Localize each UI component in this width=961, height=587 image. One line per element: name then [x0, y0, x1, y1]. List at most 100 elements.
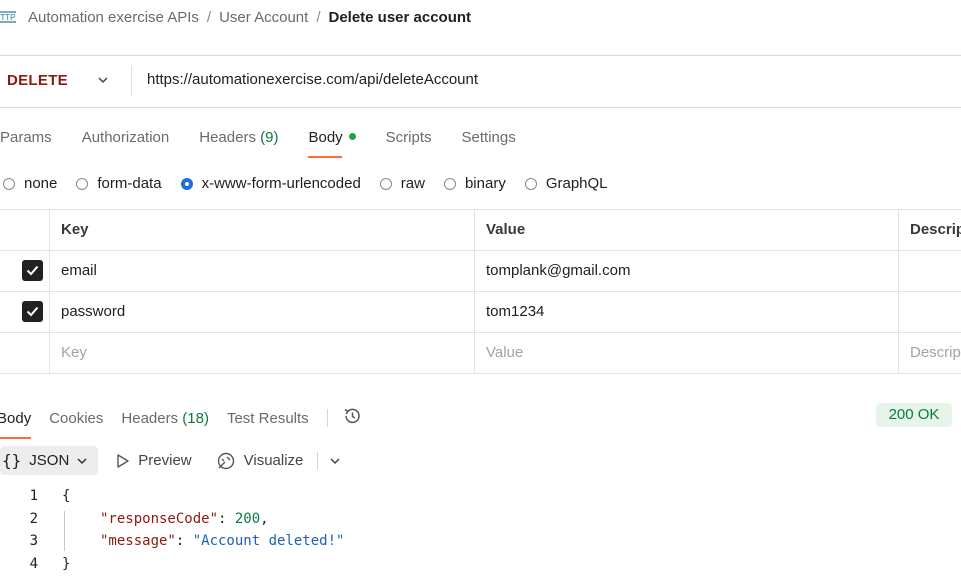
radio-circle-selected[interactable] [180, 177, 193, 190]
response-headers-count: (18) [182, 409, 209, 427]
chevron-down-icon[interactable] [328, 454, 342, 468]
tab-headers-label: Headers [199, 129, 256, 146]
radio-label: none [24, 175, 58, 192]
response-tab-headers[interactable]: Headers (18) [121, 410, 209, 439]
radio-circle[interactable] [76, 177, 89, 190]
row-description[interactable] [910, 251, 961, 291]
breadcrumb-collection[interactable]: Automation exercise APIs [28, 9, 199, 26]
row-key[interactable]: password [61, 292, 125, 332]
column-header-value: Value [486, 221, 526, 238]
new-key-input[interactable]: Key [61, 333, 87, 373]
visualize-button[interactable]: Visualize [216, 451, 303, 471]
response-tabs: Body Cookies Headers (18) Test Results [0, 406, 380, 442]
column-divider [474, 292, 475, 332]
request-title[interactable]: Delete user account [328, 9, 471, 26]
radio-circle[interactable] [379, 177, 392, 190]
row-key[interactable]: email [61, 251, 97, 291]
radio-circle[interactable] [443, 177, 456, 190]
column-divider [474, 333, 475, 373]
tab-params[interactable]: Params [0, 129, 52, 158]
new-value-input[interactable]: Value [486, 333, 523, 373]
radio-binary[interactable]: binary [443, 175, 506, 192]
tab-body[interactable]: Body [308, 129, 356, 158]
chevron-down-icon[interactable] [96, 73, 110, 87]
tab-headers[interactable]: Headers (9) [199, 129, 278, 158]
radio-label: form-data [97, 175, 162, 192]
new-description-input[interactable]: Descrip [910, 333, 961, 373]
preview-label: Preview [138, 452, 192, 469]
row-enabled-checkbox[interactable] [22, 260, 43, 281]
status-badge: 200 OK [876, 403, 952, 427]
row-value[interactable]: tom1234 [486, 292, 544, 332]
divider [326, 409, 328, 427]
response-tab-test-results[interactable]: Test Results [227, 410, 309, 439]
format-label: JSON [29, 452, 70, 469]
json-key: "responseCode" [100, 510, 219, 527]
column-divider [49, 333, 50, 373]
code-text: { [62, 488, 71, 504]
divider [131, 66, 132, 96]
column-divider[interactable] [474, 210, 475, 250]
braces-icon: {} [2, 451, 22, 470]
json-number: 200 [234, 510, 261, 527]
visualize-icon [217, 452, 234, 469]
json-comma: , [260, 510, 269, 527]
column-divider[interactable] [898, 210, 899, 250]
radio-form-data[interactable]: form-data [76, 175, 162, 192]
tab-body-label: Body [308, 129, 343, 146]
checkmark-icon [26, 306, 39, 317]
response-toolbar: {} JSON Preview Visualize [0, 446, 342, 475]
radio-graphql[interactable]: GraphQL [524, 175, 608, 192]
radio-circle[interactable] [3, 177, 15, 190]
breadcrumb: HTTP Automation exercise APIs / User Acc… [0, 6, 471, 28]
radio-label: binary [464, 175, 506, 192]
line-number: 4 [29, 555, 38, 572]
row-enabled-checkbox[interactable] [22, 301, 43, 322]
column-divider [898, 292, 899, 332]
url-input[interactable]: https://automationexercise.com/api/delet… [147, 71, 478, 88]
tab-settings[interactable]: Settings [462, 129, 516, 158]
column-divider [49, 210, 50, 250]
code-text: } [62, 555, 71, 572]
play-icon [117, 453, 129, 468]
body-type-options: none form-data x-www-form-urlencoded raw… [3, 175, 627, 192]
tab-scripts[interactable]: Scripts [386, 129, 432, 158]
tab-authorization[interactable]: Authorization [82, 129, 170, 158]
row-description[interactable] [910, 292, 961, 332]
indent-guide [64, 511, 65, 551]
url-bar: DELETE https://automationexercise.com/ap… [0, 55, 961, 108]
preview-button[interactable]: Preview [116, 452, 192, 469]
row-value[interactable]: tomplank@gmail.com [486, 251, 630, 291]
chevron-down-icon [77, 457, 87, 464]
request-tabs: Params Authorization Headers (9) Body Sc… [0, 129, 546, 158]
method-select[interactable]: DELETE [7, 72, 68, 89]
line-number: 3 [29, 533, 38, 549]
radio-none[interactable]: none [3, 175, 57, 192]
breadcrumb-separator: / [206, 8, 212, 26]
breadcrumb-folder[interactable]: User Account [219, 9, 308, 26]
svg-text:HTTP: HTTP [0, 13, 15, 22]
format-select[interactable]: {} JSON [0, 446, 99, 475]
column-divider [474, 251, 475, 291]
body-indicator-dot [348, 133, 356, 140]
response-tab-cookies[interactable]: Cookies [49, 410, 103, 439]
line-number: 1 [29, 488, 38, 504]
line-number: 2 [29, 510, 38, 527]
json-key: "message" [100, 533, 176, 549]
code-text: "responseCode": 200, [100, 508, 269, 531]
radio-raw[interactable]: raw [379, 175, 425, 192]
json-colon: : [218, 510, 235, 527]
table-row: email tomplank@gmail.com [0, 251, 961, 292]
radio-circle[interactable] [524, 177, 537, 190]
breadcrumb-separator: / [316, 8, 321, 26]
column-header-key: Key [61, 221, 89, 238]
json-string: "Account deleted!" [192, 533, 345, 549]
history-icon[interactable] [342, 406, 362, 442]
response-tab-body[interactable]: Body [0, 410, 32, 439]
headers-count: (9) [260, 129, 279, 146]
table-row-new: Key Value Descrip [0, 333, 961, 374]
radio-urlencoded[interactable]: x-www-form-urlencoded [180, 175, 361, 192]
checkmark-icon [26, 265, 39, 276]
column-divider [49, 251, 50, 291]
http-request-icon: HTTP [0, 11, 16, 23]
